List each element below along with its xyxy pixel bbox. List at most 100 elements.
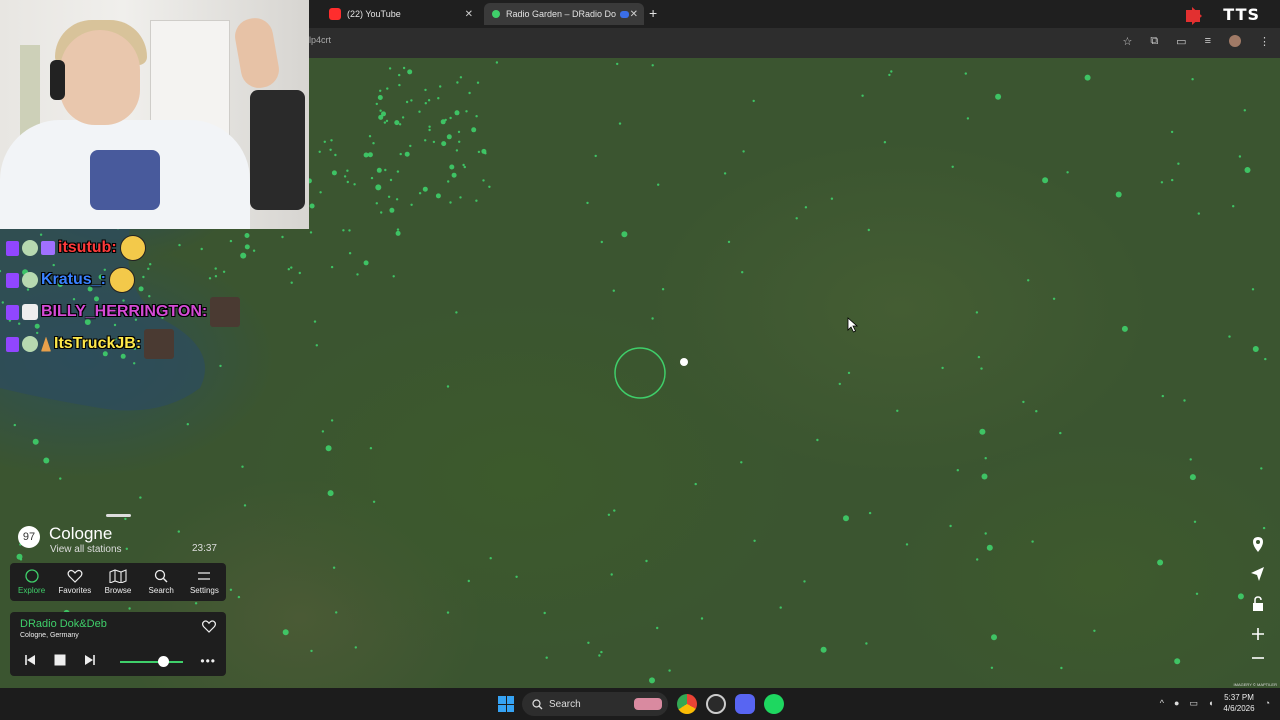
station-dot [995,93,1002,100]
new-tab-button[interactable]: + [649,5,657,21]
volume-slider-knob[interactable] [157,656,169,667]
notification-bell-icon[interactable]: ◔ [1265,698,1270,708]
chat-username: Kratus_: [41,271,106,288]
station-dot [398,123,402,126]
mouse-cursor-icon [847,317,859,333]
station-dot [820,646,827,653]
chat-username: BILLY_HERRINGTON: [41,303,208,320]
tab-youtube[interactable]: (22) YouTube ✕ [329,3,479,25]
station-dot [435,193,441,199]
station-dot [186,423,189,426]
previous-button[interactable] [24,654,36,666]
station-name[interactable]: DRadio Dok&Deb [20,618,107,630]
profile-avatar[interactable] [1229,35,1241,47]
tab-favorites[interactable]: Favorites [53,563,96,601]
browser-tab-bar: (22) YouTube ✕ Radio Garden – DRadio Do … [309,0,1280,28]
bookmark-star-icon[interactable]: ☆ [1122,35,1132,48]
station-dot [346,180,349,184]
station-dot [488,185,491,188]
zoom-in-icon[interactable] [1248,624,1268,644]
station-dot [363,152,369,158]
station-dot [883,141,887,144]
spotify-icon[interactable] [764,694,784,714]
station-dot [330,265,334,269]
station-dot [1060,666,1063,670]
discord-icon[interactable] [735,694,755,714]
bits-badge-icon [41,241,55,255]
tab-radio-garden[interactable]: Radio Garden – DRadio Do ✕ [484,3,644,25]
microphone-icon[interactable]: ● [1174,698,1179,708]
station-dot [387,195,391,198]
station-dot [1052,297,1056,300]
station-dot [586,201,589,205]
sub-badge-icon [22,336,38,352]
browser-menu-icon[interactable]: ⋮ [1259,35,1270,48]
station-dot [612,289,615,292]
tab-settings[interactable]: Settings [183,563,226,601]
station-dot [742,150,745,153]
media-queue-icon[interactable]: ≡ [1205,35,1211,48]
station-dot [287,268,290,271]
zoom-out-icon[interactable] [1248,648,1268,668]
address-bar[interactable]: lp4crt ☆ ⧉ ▭ ≡ ⋮ [309,28,1280,58]
station-dot [1161,394,1165,398]
station-dot [980,367,983,370]
panel-drag-handle[interactable] [106,514,131,517]
stop-button[interactable] [54,654,66,666]
station-dot [315,344,318,347]
close-tab-icon[interactable]: ✕ [630,9,638,20]
locate-me-icon[interactable] [1248,564,1268,584]
station-dot [389,178,393,182]
screen-share-icon[interactable]: ▭ [1176,35,1186,48]
location-pin-icon[interactable] [1248,535,1268,555]
obs-icon[interactable] [706,694,726,714]
station-dot [1264,357,1267,361]
tab-explore[interactable]: Explore [10,563,53,601]
favorite-heart-button[interactable] [202,620,216,633]
station-dot [395,230,401,236]
webcam-overlay [0,0,309,229]
muted-speaker-icon [1186,7,1202,25]
heart-icon [67,569,83,583]
station-dot [388,67,392,70]
volume-icon[interactable]: ◖ [1208,698,1213,708]
tab-browse[interactable]: Browse [96,563,139,601]
volume-slider-track[interactable] [120,661,183,663]
sub-badge-icon [22,240,38,256]
chevron-up-icon[interactable]: ^ [1160,698,1164,708]
station-dot [396,228,400,231]
search-icon [532,698,543,709]
station-dot [446,611,450,614]
taskbar-search[interactable]: Search [522,692,668,716]
close-tab-icon[interactable]: ✕ [465,9,473,20]
start-button[interactable] [498,696,514,712]
station-dot [753,539,756,542]
station-dot [290,266,293,269]
place-header[interactable]: 97 Cologne View all stations 23:37 [10,520,225,558]
network-icon[interactable]: ▭ [1189,698,1198,709]
station-dot [651,64,654,67]
clock[interactable]: 5:37 PM 4/6/2026 [1223,692,1254,714]
more-options-button[interactable]: ••• [200,654,216,668]
next-button[interactable] [84,654,96,666]
station-dot [298,271,301,275]
emote-icon [210,297,241,327]
map-attribution: IMAGERY © MAPTILER [1233,682,1277,687]
url-text[interactable]: lp4crt [309,35,331,45]
station-dot [1197,212,1201,215]
local-time: 23:37 [191,543,217,554]
chat-message: ItsTruckJB: [6,328,266,360]
lock-icon[interactable] [1248,594,1268,614]
extensions-icon[interactable]: ⧉ [1150,35,1158,48]
station-dot [356,273,359,276]
station-dot [290,281,293,284]
tab-search[interactable]: Search [140,563,183,601]
station-dot [976,558,979,561]
station-dot [380,211,383,214]
chrome-icon[interactable] [677,694,697,714]
station-dot [375,102,378,106]
station-dot [330,419,334,422]
station-dot [1251,288,1255,291]
station-dot [353,183,356,186]
view-all-stations-link[interactable]: View all stations [50,544,122,555]
